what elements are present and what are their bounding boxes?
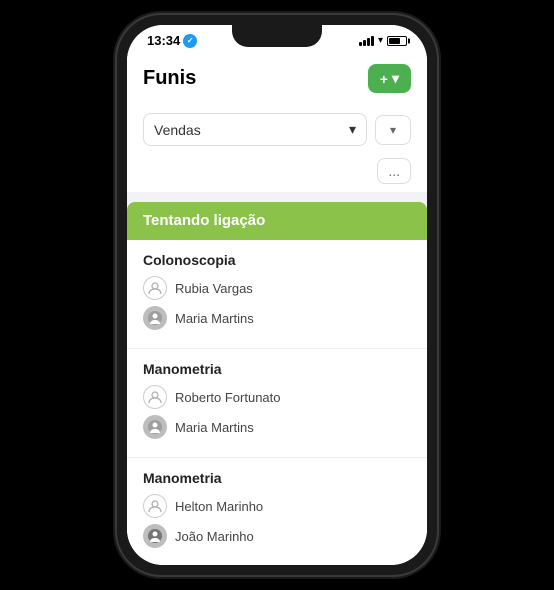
more-options-label: ... bbox=[388, 163, 400, 179]
avatar-maria-1 bbox=[143, 306, 167, 330]
person-row-joao: João Marinho bbox=[143, 524, 411, 548]
chevron-down-icon: ▾ bbox=[349, 121, 356, 138]
person-row-maria-1: Maria Martins bbox=[143, 306, 411, 330]
filter-row: Vendas ▾ ▾ bbox=[127, 105, 427, 154]
notch bbox=[232, 25, 322, 47]
add-button-arrow: ▾ bbox=[392, 70, 399, 87]
card-group-colonoscopia: Colonoscopia Rubia Vargas bbox=[127, 240, 427, 349]
kanban-column-label: Tentando ligação bbox=[143, 212, 265, 229]
phone-screen: 13:34 ✓ ▾ Funis bbox=[127, 25, 427, 565]
status-time: 13:34 ✓ bbox=[147, 33, 197, 48]
select-label: Vendas bbox=[154, 122, 201, 138]
page-title: Funis bbox=[143, 67, 196, 90]
page-header: Funis + ▾ bbox=[127, 52, 427, 105]
card-group-manometria-2: Manometria Helton Marinho bbox=[127, 458, 427, 565]
avatar-helton bbox=[143, 494, 167, 518]
avatar-roberto bbox=[143, 385, 167, 409]
person-row-maria-2: Maria Martins bbox=[143, 415, 411, 439]
add-button-label: + bbox=[380, 71, 388, 87]
card-group-manometria-1: Manometria Roberto Fortunato bbox=[127, 349, 427, 458]
person-row-rubia: Rubia Vargas bbox=[143, 276, 411, 300]
phone-frame: 13:34 ✓ ▾ Funis bbox=[117, 15, 437, 575]
person-name-rubia: Rubia Vargas bbox=[175, 281, 253, 296]
verified-badge: ✓ bbox=[183, 34, 197, 48]
add-button[interactable]: + ▾ bbox=[368, 64, 411, 93]
status-icons: ▾ bbox=[359, 35, 407, 46]
person-name-helton: Helton Marinho bbox=[175, 499, 263, 514]
signal-bars-icon bbox=[359, 36, 374, 46]
wifi-icon: ▾ bbox=[378, 35, 383, 46]
filter-chevron-icon: ▾ bbox=[390, 123, 396, 137]
vendas-select[interactable]: Vendas ▾ bbox=[143, 113, 367, 146]
card-group-title-1: Colonoscopia bbox=[143, 252, 411, 268]
signal-bar-3 bbox=[367, 38, 370, 46]
content-area: Funis + ▾ Vendas ▾ ▾ ... bbox=[127, 52, 427, 565]
avatar-maria-2 bbox=[143, 415, 167, 439]
person-name-maria-1: Maria Martins bbox=[175, 311, 254, 326]
more-options-button[interactable]: ... bbox=[377, 158, 411, 184]
card-group-title-3: Manometria bbox=[143, 470, 411, 486]
signal-bar-2 bbox=[363, 40, 366, 46]
person-name-roberto: Roberto Fortunato bbox=[175, 390, 281, 405]
section-divider bbox=[127, 192, 427, 202]
card-group-title-2: Manometria bbox=[143, 361, 411, 377]
person-row-roberto: Roberto Fortunato bbox=[143, 385, 411, 409]
avatar-rubia bbox=[143, 276, 167, 300]
signal-bar-4 bbox=[371, 36, 374, 46]
person-name-joao: João Marinho bbox=[175, 529, 254, 544]
filter-icon-button[interactable]: ▾ bbox=[375, 115, 411, 145]
avatar-joao bbox=[143, 524, 167, 548]
battery-fill bbox=[389, 38, 400, 44]
options-row: ... bbox=[127, 154, 427, 192]
kanban-column-header: Tentando ligação bbox=[127, 202, 427, 240]
person-row-helton: Helton Marinho bbox=[143, 494, 411, 518]
signal-bar-1 bbox=[359, 42, 362, 46]
time-display: 13:34 bbox=[147, 33, 180, 48]
battery-icon bbox=[387, 36, 407, 46]
cards-list[interactable]: Colonoscopia Rubia Vargas bbox=[127, 240, 427, 565]
person-name-maria-2: Maria Martins bbox=[175, 420, 254, 435]
